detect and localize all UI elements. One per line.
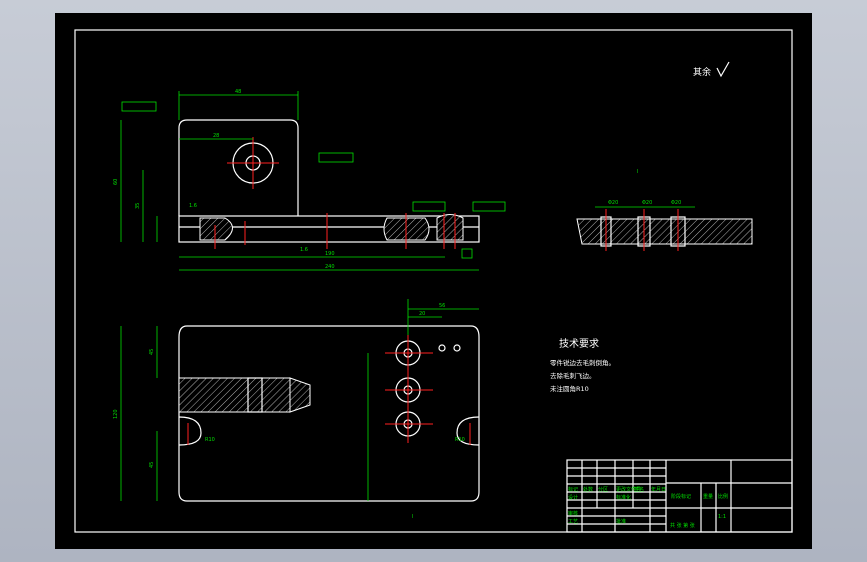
front-view: 48 28 240 190 60 35 1.6 1.6: [113, 89, 506, 271]
tb-checker: 审核: [568, 510, 578, 517]
tb-approve: 批准: [616, 518, 626, 525]
tb-row-label-3: 分区: [598, 486, 608, 493]
roughness-note: 其余: [693, 66, 711, 78]
dim-overall-len: 240: [325, 264, 335, 270]
dim-height-left: 35: [135, 203, 141, 209]
dim-plan-d1: 45: [149, 349, 155, 355]
dim-lower-len: 190: [325, 251, 335, 257]
roughness-symbol-icon: [716, 61, 730, 78]
tb-row-label-5: 签名: [634, 486, 644, 493]
roughness-top: 1.6: [189, 203, 197, 209]
section-label: I: [637, 169, 638, 175]
plan-view: 120 45 45 56 20 R10 R10: [113, 299, 480, 502]
tech-req-title: 技术要求: [559, 337, 599, 350]
dim-plan-d2: 45: [149, 462, 155, 468]
tech-req-item-2: 去除毛刺飞边。: [550, 371, 596, 380]
section-dim-3: Φ20: [671, 200, 681, 206]
tb-sheet-info: 共 张 第 张: [670, 522, 695, 529]
dim-plan-width: 56: [439, 303, 445, 309]
tb-stage: 阶段标记: [671, 493, 691, 500]
title-block: 标记 处数 分区 更改文件号 签名 年月日 设计 标准化 审核 工艺 批准 阶段…: [566, 459, 793, 533]
section-dim-1: Φ20: [608, 200, 618, 206]
dim-top-width: 48: [235, 89, 241, 95]
dim-height-total: 60: [113, 179, 119, 185]
cad-drawing: 其余 48 28 240 190 60 35 1.6 1.6 I Φ20 Φ20…: [74, 29, 793, 533]
tech-requirements: 技术要求 零件锐边去毛刺倒角。 去除毛刺飞边。 未注圆角R10: [550, 337, 615, 393]
tb-process: 工艺: [568, 519, 578, 525]
tb-scale: 比例: [718, 493, 728, 500]
dim-plan-w2: 20: [419, 311, 425, 317]
section-view: I Φ20 Φ20 Φ20: [576, 169, 753, 251]
drawing-sheet: 其余 48 28 240 190 60 35 1.6 1.6 I Φ20 Φ20…: [55, 13, 812, 549]
dim-hole-pos: 28: [213, 133, 219, 139]
dim-plan-s1: R10: [205, 437, 215, 443]
tb-weight: 重量: [703, 493, 713, 500]
tb-row-label-2: 处数: [583, 486, 593, 493]
section-dim-2: Φ20: [642, 200, 652, 206]
tb-standard: 标准化: [616, 494, 631, 501]
tb-designer: 设计: [568, 494, 578, 501]
tb-scale-value: 1:1: [718, 514, 726, 520]
inner-frame: [74, 29, 793, 533]
tb-row-label-1: 标记: [568, 486, 578, 493]
view-marker: I: [412, 514, 413, 520]
tech-req-item-1: 零件锐边去毛刺倒角。: [550, 358, 615, 367]
dim-plan-s2: R10: [455, 437, 465, 443]
tb-row-label-6: 年月日: [651, 486, 666, 493]
dim-plan-height: 120: [113, 409, 119, 419]
roughness-mid: 1.6: [300, 247, 308, 253]
tech-req-item-3: 未注圆角R10: [550, 384, 589, 393]
